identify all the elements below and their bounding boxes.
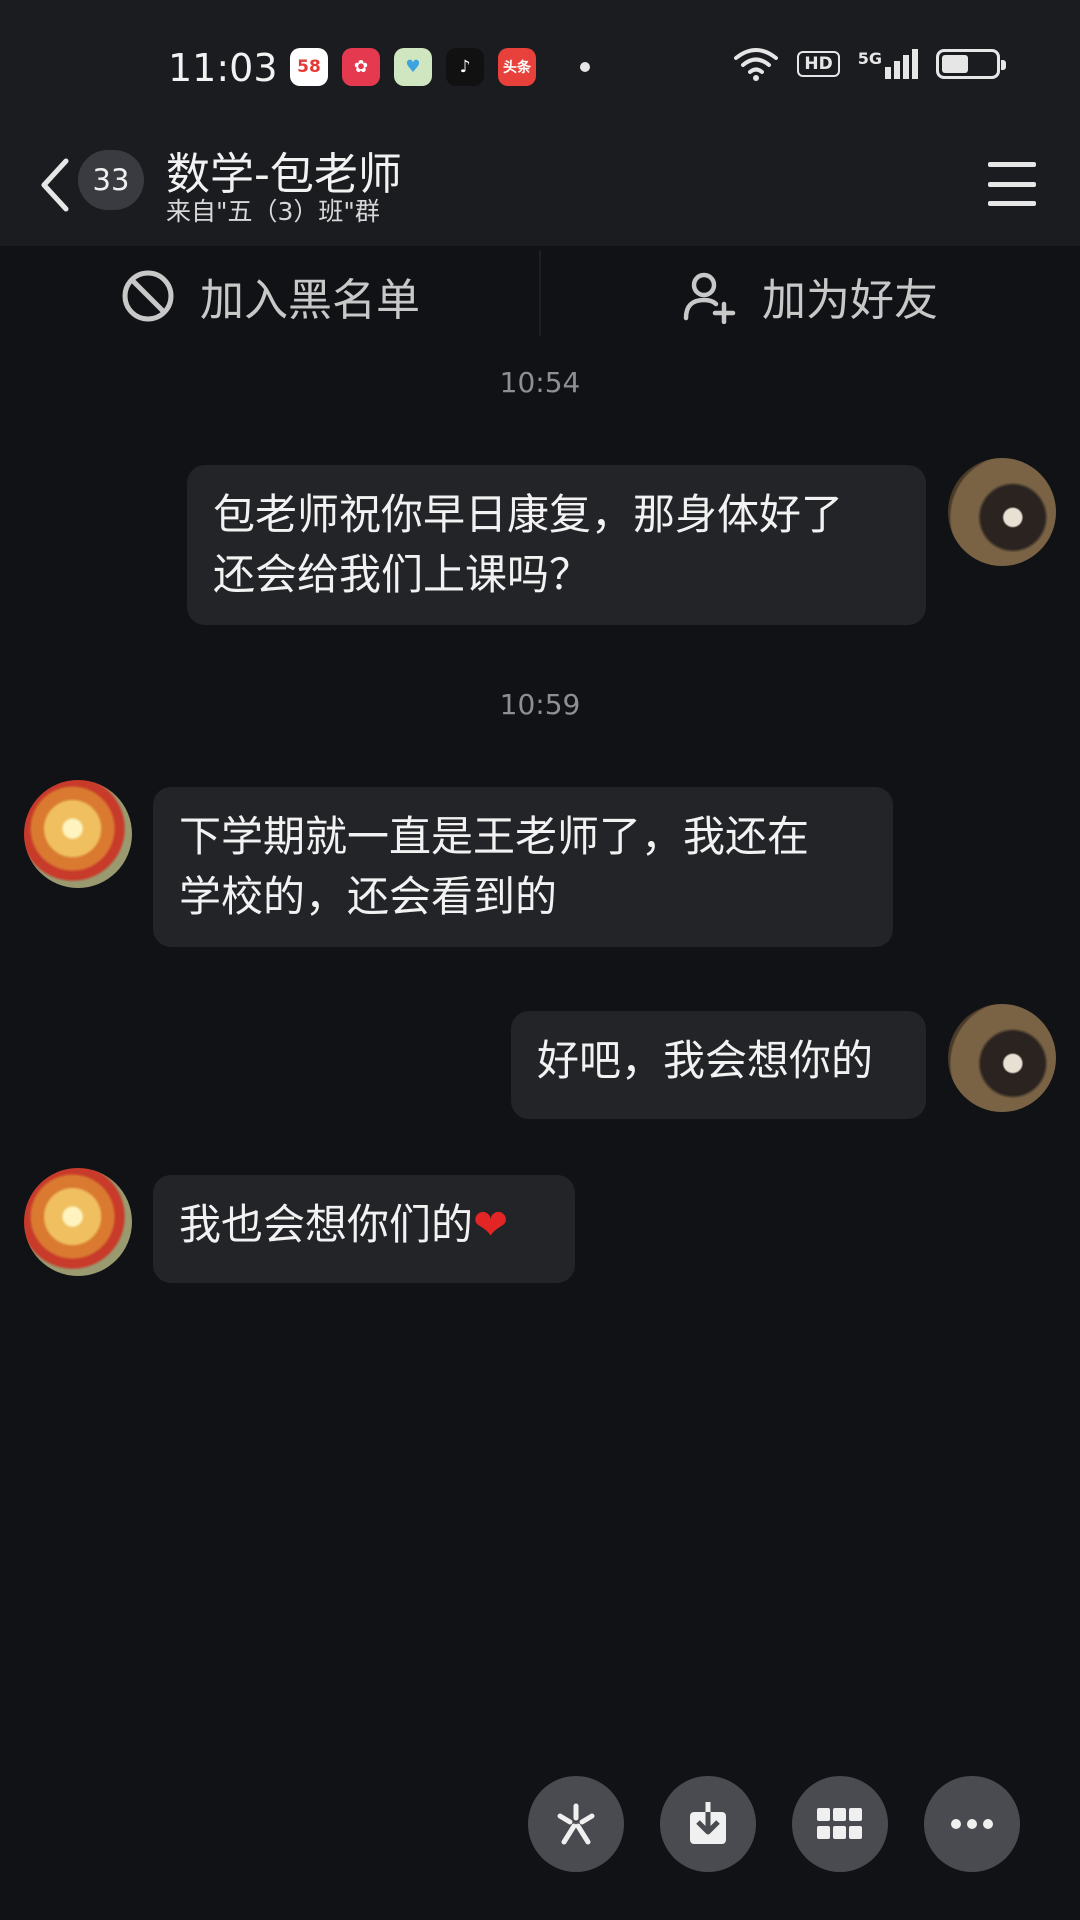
action-bar: 加入黑名单 加为好友	[0, 246, 1080, 346]
timestamp-separator: 10:54	[499, 366, 581, 399]
menu-icon-line	[988, 181, 1036, 187]
status-time: 11:03	[168, 46, 278, 90]
download-icon	[690, 1802, 726, 1844]
spark-icon	[557, 1803, 595, 1845]
unread-count-badge[interactable]: 33	[78, 150, 144, 210]
toutiao-icon: 头条	[498, 48, 536, 86]
more-notifications-dot	[580, 62, 590, 72]
status-bar: 11:03 58 ✿ ♥ ♪ 头条 HD 5G	[0, 0, 1080, 130]
menu-icon-line	[988, 201, 1036, 206]
outgoing-message[interactable]: 包老师祝你早日康复，那身体好了 还会给我们上课吗？	[187, 465, 926, 625]
block-icon	[122, 270, 174, 322]
blacklist-button[interactable]: 加入黑名单	[0, 246, 540, 346]
timestamp-separator: 10:59	[499, 688, 581, 721]
network-type: 5G	[857, 49, 882, 68]
my-avatar[interactable]	[948, 458, 1056, 566]
heart-emoji-icon: ❤	[473, 1200, 509, 1249]
more-dots-icon	[951, 1819, 993, 1829]
message-text: 包老师祝你早日康复，那身体好了	[213, 490, 844, 539]
incoming-message[interactable]: 我也会想你们的❤	[153, 1175, 575, 1283]
chat-screen: 11:03 58 ✿ ♥ ♪ 头条 HD 5G 33 数学-包老师 来自"五（3…	[0, 0, 1080, 1920]
outgoing-message[interactable]: 好吧，我会想你的	[511, 1011, 926, 1119]
add-friend-label: 加为好友	[762, 275, 938, 326]
red-app-icon: ✿	[342, 48, 380, 86]
menu-button[interactable]	[984, 156, 1040, 212]
message-text: 学校的，还会看到的	[179, 872, 558, 921]
blacklist-label: 加入黑名单	[200, 275, 420, 326]
heart-app-icon: ♥	[394, 48, 432, 86]
chevron-left-icon	[41, 158, 69, 212]
teacher-avatar[interactable]	[24, 1168, 132, 1276]
apps-button[interactable]	[792, 1776, 888, 1872]
chat-header: 33 数学-包老师 来自"五（3）班"群	[0, 130, 1080, 246]
notification-icons: 58 ✿ ♥ ♪ 头条	[290, 48, 590, 86]
back-button[interactable]	[30, 150, 80, 220]
action-divider	[539, 250, 541, 336]
more-button[interactable]	[924, 1776, 1020, 1872]
wifi-icon	[734, 48, 779, 81]
download-button[interactable]	[660, 1776, 756, 1872]
message-text: 下学期就一直是王老师了，我还在	[179, 812, 810, 861]
message-text: 好吧，我会想你的	[537, 1036, 874, 1085]
chat-subtitle: 来自"五（3）班"群	[166, 197, 380, 226]
spark-button[interactable]	[528, 1776, 624, 1872]
incoming-message[interactable]: 下学期就一直是王老师了，我还在 学校的，还会看到的	[153, 787, 893, 947]
grid-icon	[817, 1808, 862, 1839]
menu-icon-line	[988, 162, 1036, 167]
signal-icon: 5G	[858, 49, 918, 79]
add-user-icon	[683, 272, 736, 324]
battery-icon	[936, 49, 1006, 79]
teacher-avatar[interactable]	[24, 780, 132, 888]
message-text: 我也会想你们的	[179, 1200, 474, 1249]
my-avatar[interactable]	[948, 1004, 1056, 1112]
hd-icon: HD	[797, 51, 840, 77]
tiktok-icon: ♪	[446, 48, 484, 86]
message-text: 还会给我们上课吗？	[213, 550, 592, 599]
58-app-icon: 58	[290, 48, 328, 86]
add-friend-button[interactable]: 加为好友	[540, 246, 1080, 346]
system-icons: HD 5G	[733, 46, 1006, 82]
